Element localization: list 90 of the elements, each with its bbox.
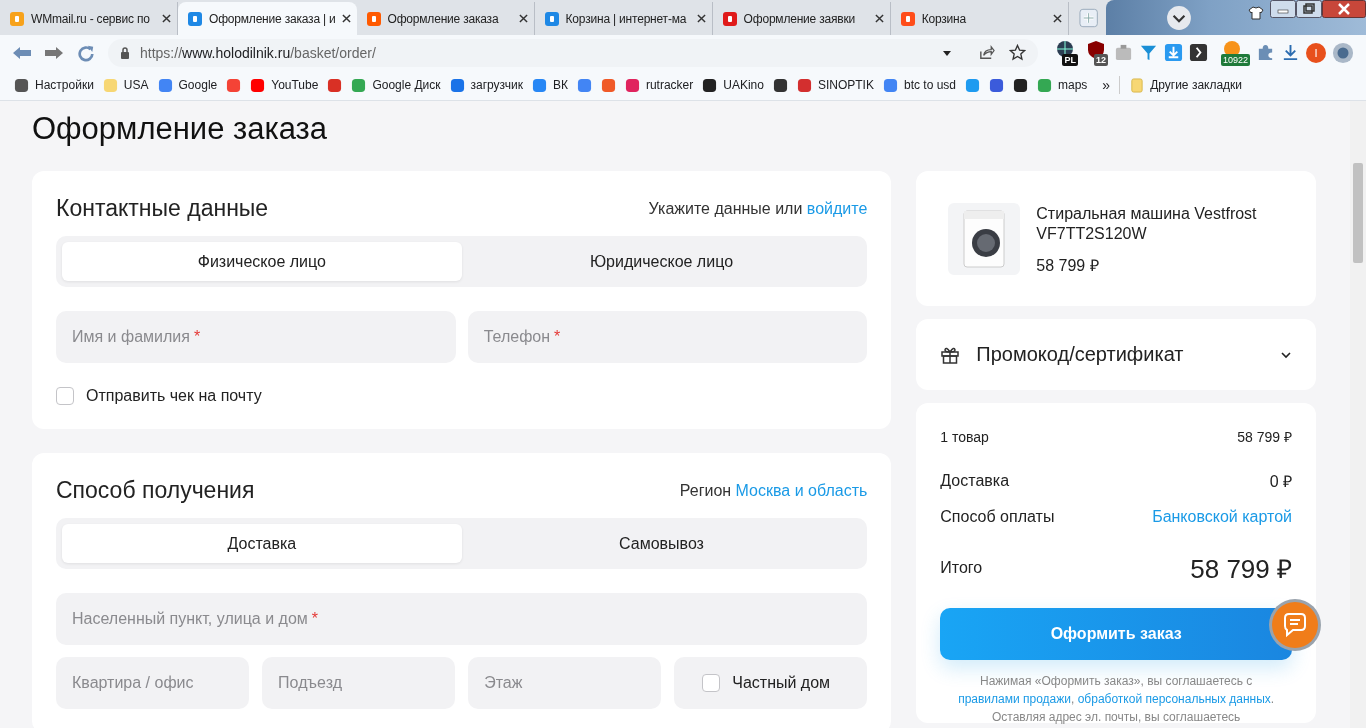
checkbox[interactable]: [702, 674, 721, 692]
bookmark[interactable]: maps: [1037, 77, 1088, 93]
section-title: Контактные данные: [56, 195, 269, 222]
favicon-icon: [899, 10, 916, 27]
favicon-icon: [351, 77, 367, 93]
address-bar[interactable]: https://www.holodilnik.ru/basket/order/: [108, 38, 1038, 67]
close-icon[interactable]: [162, 14, 172, 23]
page-title: Оформление заказа: [32, 110, 329, 148]
reload-icon[interactable]: [76, 43, 96, 62]
favicon-icon: [9, 10, 25, 27]
total-label: Итого: [940, 559, 983, 577]
product-name[interactable]: Стиральная машина Vestfrost VF7TT2S120W: [1036, 204, 1284, 244]
more-bookmarks-button[interactable]: »: [1102, 77, 1111, 93]
profile-avatar[interactable]: I: [1306, 42, 1326, 63]
favicon-icon: [531, 77, 547, 93]
browser-tab[interactable]: Оформление заказа | и: [178, 2, 357, 35]
favicon-icon: [157, 77, 173, 93]
checkbox-label: Частный дом: [732, 674, 831, 692]
segment-tab[interactable]: Юридическое лицо: [461, 242, 862, 281]
chat-button[interactable]: [1268, 598, 1322, 652]
bookmark[interactable]: Google Диск: [351, 77, 441, 93]
extension-icon[interactable]: [1189, 43, 1208, 62]
favicon-icon: [882, 77, 898, 93]
bookmark[interactable]: btc to usd: [882, 77, 956, 93]
download-icon[interactable]: [1281, 43, 1300, 62]
favicon-icon: [624, 77, 640, 93]
favicon-icon: [543, 10, 560, 27]
tab-search-icon[interactable]: [1165, 5, 1192, 31]
bookmark[interactable]: Настройки: [14, 77, 94, 93]
bookmark-icon[interactable]: [1013, 77, 1028, 93]
summary-value: 58 799 ₽: [1237, 428, 1292, 446]
bookmark[interactable]: USA: [102, 77, 149, 93]
close-icon[interactable]: [518, 14, 528, 23]
bookmark[interactable]: загрузчик: [449, 77, 523, 93]
close-icon[interactable]: [341, 14, 351, 23]
bookmark[interactable]: UAKino: [702, 77, 764, 93]
input-field[interactable]: Телефон *: [467, 311, 868, 363]
favicon-icon: [1037, 77, 1052, 93]
total-value: 58 799 ₽: [1190, 553, 1292, 586]
login-hint: Укажите данные или войдите: [648, 199, 868, 218]
input-field[interactable]: Имя и фамилия *: [56, 311, 456, 363]
summary-label: Способ оплаты: [940, 508, 1055, 526]
segment-tab[interactable]: Самовывоз: [461, 524, 862, 563]
scrollbar[interactable]: [1350, 101, 1366, 728]
puzzle-icon[interactable]: [1256, 43, 1275, 62]
favicon-icon: [365, 10, 382, 27]
summary-value: 0 ₽: [1269, 472, 1292, 492]
bookmark-icon[interactable]: [772, 77, 788, 93]
close-icon[interactable]: [1052, 14, 1062, 23]
chevron-icon[interactable]: [1280, 350, 1292, 359]
bookmark[interactable]: Google: [157, 77, 218, 93]
download-icon[interactable]: [1164, 43, 1183, 62]
bookmark[interactable]: SINOPTIK: [796, 77, 874, 93]
lock-icon: [120, 46, 130, 59]
close-icon[interactable]: [696, 14, 706, 23]
favicon-icon: [796, 77, 812, 93]
restore-icon[interactable]: [1295, 0, 1322, 18]
legal-text: Оставляя адрес эл. почты, вы соглашаетесь: [990, 709, 1242, 726]
input-field[interactable]: Населенный пункт, улица и дом *: [56, 593, 868, 645]
promo-label: Промокод/сертификат: [976, 343, 1185, 366]
share-icon[interactable]: [978, 44, 995, 61]
segment-tab[interactable]: Доставка: [62, 524, 462, 563]
favicon-icon: [14, 77, 29, 93]
shirt-icon[interactable]: [1247, 5, 1264, 21]
folder-icon: [1129, 77, 1145, 93]
minimize-icon[interactable]: [1269, 0, 1296, 18]
bookmark[interactable]: rutracker: [624, 77, 694, 93]
checkbox[interactable]: [56, 387, 74, 405]
close-icon[interactable]: [1321, 0, 1366, 18]
star-icon[interactable]: [1009, 44, 1026, 61]
bookmark-folder[interactable]: Другие закладки: [1129, 77, 1243, 93]
favicon-icon: [702, 77, 718, 93]
promo-card[interactable]: Промокод/сертификат: [916, 319, 1316, 390]
favicon-icon: [721, 10, 738, 27]
favicon-icon: [187, 10, 204, 27]
bookmark[interactable]: ВК: [531, 77, 568, 93]
section-title: Способ получения: [56, 477, 255, 504]
legal-text: Нажимая «Оформить заказ», вы соглашаетесь с правилами продажи, обработкой персональных данных.: [957, 673, 1276, 708]
summary-label: 1 товар: [940, 428, 989, 445]
bookmark[interactable]: YouTube: [250, 77, 319, 93]
favicon-icon: [449, 77, 465, 93]
filter-icon[interactable]: [1139, 43, 1158, 62]
summary-label: Доставка: [940, 472, 1010, 490]
checkbox-label: Отправить чек на почту: [86, 387, 262, 405]
favicon-icon: [250, 77, 266, 93]
product-price: 58 799 ₽: [1036, 256, 1100, 276]
favicon-icon: [102, 77, 118, 93]
region-hint: Регион Москва и область: [679, 481, 868, 500]
segment-tab[interactable]: Физическое лицо: [62, 242, 462, 281]
close-icon[interactable]: [874, 14, 884, 23]
